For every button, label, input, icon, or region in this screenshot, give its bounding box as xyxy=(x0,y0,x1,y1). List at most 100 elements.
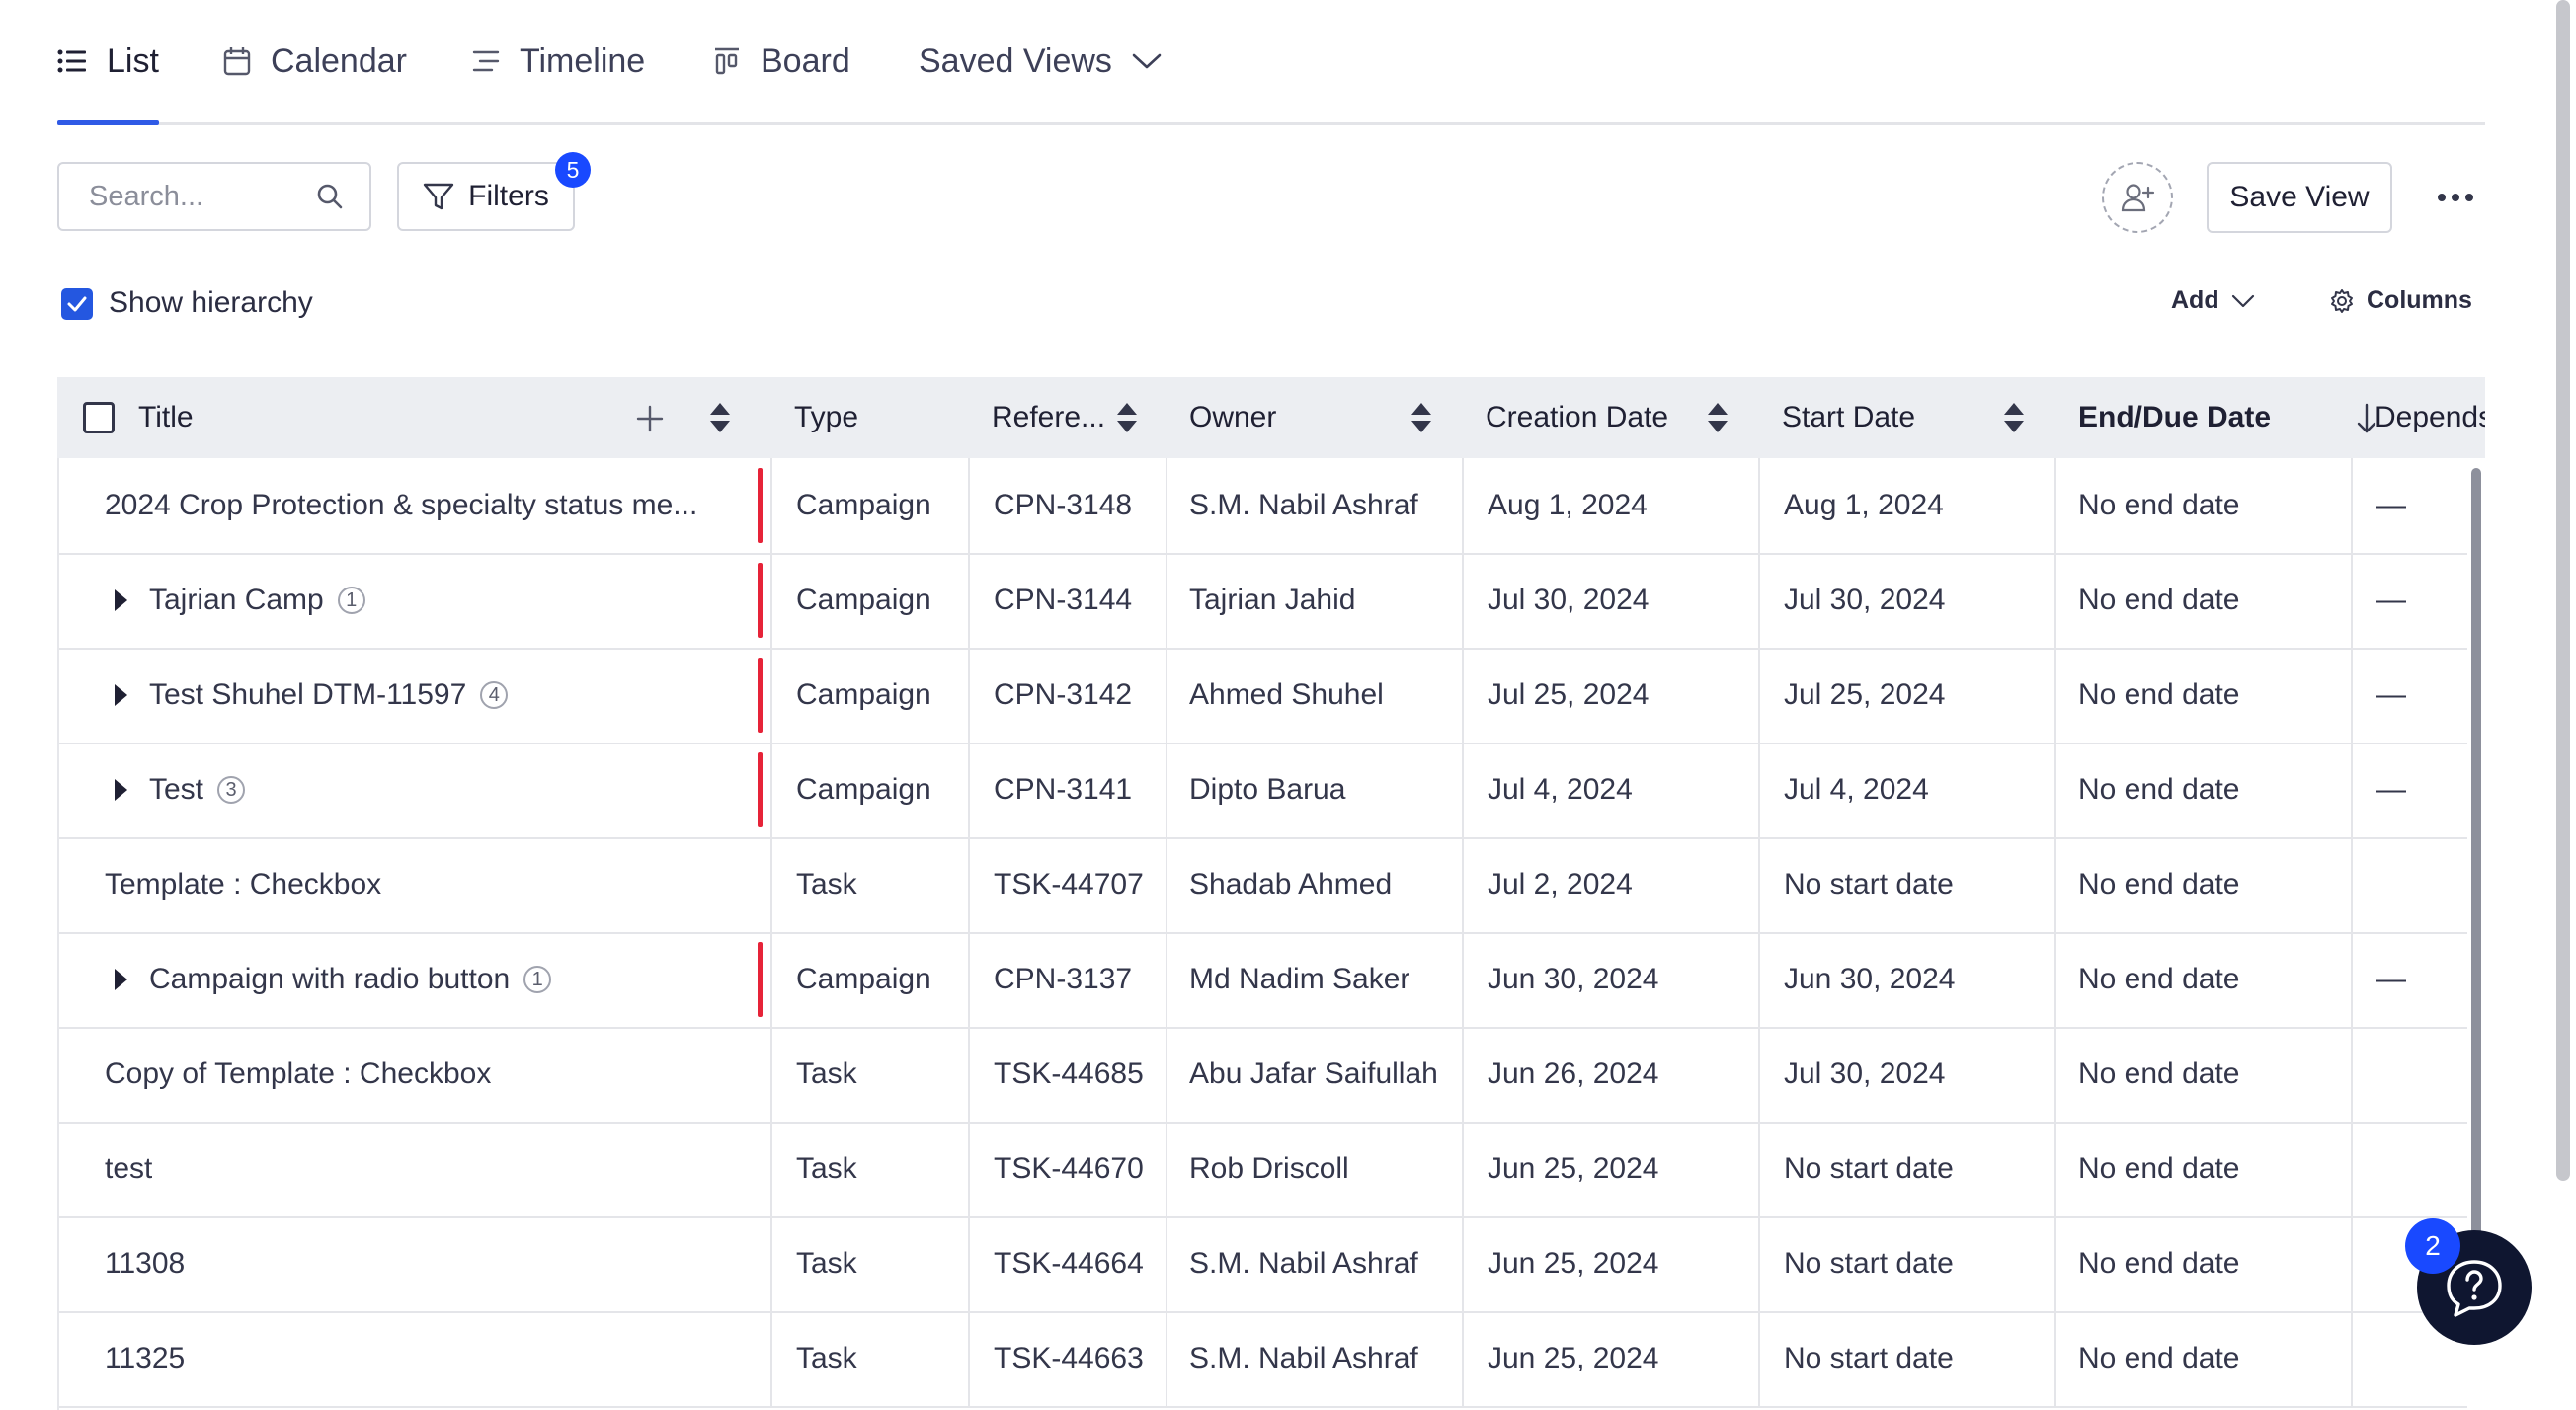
column-divider xyxy=(770,837,772,932)
expand-caret-icon[interactable] xyxy=(115,684,127,706)
table-row[interactable]: Test 3 Campaign CPN-3141 Dipto Barua Jul… xyxy=(59,743,2469,839)
owner-cell: S.M. Nabil Ashraf xyxy=(1189,489,1418,521)
child-count-badge: 3 xyxy=(217,776,246,804)
reference-cell[interactable]: CPN-3144 xyxy=(994,553,1181,648)
table-row[interactable]: 11325 Task TSK-44663 S.M. Nabil Ashraf J… xyxy=(59,1311,2469,1408)
expand-caret-icon[interactable] xyxy=(115,969,127,990)
reference-cell[interactable]: CPN-3137 xyxy=(994,932,1181,1027)
column-divider xyxy=(968,1216,970,1311)
creation-date-cell: Jul 25, 2024 xyxy=(1488,678,1650,711)
save-view-button[interactable]: Save View xyxy=(2207,162,2392,233)
tab-board[interactable]: Board xyxy=(713,0,850,122)
sort-icon[interactable] xyxy=(1410,401,1432,434)
table-row[interactable]: test Task TSK-44670 Rob Driscoll Jun 25,… xyxy=(59,1122,2469,1218)
expand-caret-icon[interactable] xyxy=(115,779,127,801)
title-cell[interactable]: Campaign with radio button 1 xyxy=(59,932,751,1027)
campaign-marker xyxy=(758,942,763,1017)
row-title: Test Shuhel DTM-11597 xyxy=(149,678,467,711)
column-header-owner[interactable]: Owner xyxy=(1189,377,1276,458)
column-divider xyxy=(1462,932,1464,1027)
add-column-icon[interactable] xyxy=(636,405,664,432)
row-title: Template : Checkbox xyxy=(105,868,382,901)
sort-icon[interactable] xyxy=(1707,401,1729,434)
sort-icon[interactable] xyxy=(1116,401,1138,434)
start-date-cell: Jul 30, 2024 xyxy=(1784,584,1946,616)
table-scrollbar-thumb[interactable] xyxy=(2471,468,2481,1238)
reference-cell[interactable]: CPN-3148 xyxy=(994,458,1181,553)
column-divider xyxy=(1166,1311,1167,1406)
more-options-button[interactable] xyxy=(2432,178,2479,217)
depends-cell: — xyxy=(2376,773,2406,806)
reference-cell[interactable]: TSK-44685 xyxy=(994,1027,1181,1122)
title-cell[interactable]: Test 3 xyxy=(59,743,751,837)
reference-cell[interactable]: TSK-44664 xyxy=(994,1216,1181,1311)
title-cell[interactable]: test xyxy=(59,1122,751,1216)
owner-cell: Md Nadim Saker xyxy=(1189,963,1410,995)
reference-cell[interactable]: CPN-3141 xyxy=(994,743,1181,837)
assign-user-button[interactable] xyxy=(2102,162,2173,233)
list-icon xyxy=(57,49,86,73)
tab-calendar[interactable]: Calendar xyxy=(223,0,407,122)
page-scrollbar-thumb[interactable] xyxy=(2556,0,2570,1181)
title-cell[interactable]: 11308 xyxy=(59,1216,751,1311)
title-cell[interactable]: 11325 xyxy=(59,1311,751,1406)
owner-cell: Rob Driscoll xyxy=(1189,1152,1349,1185)
reference-cell[interactable]: TSK-44707 xyxy=(994,837,1181,932)
column-divider xyxy=(1758,458,1760,553)
table-row[interactable]: Copy of Template : Checkbox Task TSK-446… xyxy=(59,1027,2469,1124)
child-count-badge: 4 xyxy=(480,681,509,709)
column-divider xyxy=(968,553,970,648)
reference-cell[interactable]: CPN-3142 xyxy=(994,648,1181,743)
table-row[interactable]: Campaign with radio button 1 Campaign CP… xyxy=(59,932,2469,1029)
reference-cell[interactable]: TSK-44670 xyxy=(994,1122,1181,1216)
reference-cell[interactable]: TSK-44663 xyxy=(994,1311,1181,1406)
tab-saved-views[interactable]: Saved Views xyxy=(919,0,1162,122)
end-date-cell: No end date xyxy=(2078,1058,2240,1090)
columns-button[interactable]: Columns xyxy=(2329,286,2472,315)
search-input[interactable] xyxy=(87,179,316,214)
tab-timeline[interactable]: Timeline xyxy=(472,0,645,122)
select-all-checkbox[interactable] xyxy=(83,402,115,433)
column-divider xyxy=(2054,1122,2056,1216)
column-divider xyxy=(2054,932,2056,1027)
column-header-type[interactable]: Type xyxy=(794,377,858,458)
row-title: Tajrian Camp xyxy=(149,584,324,616)
show-hierarchy-label: Show hierarchy xyxy=(109,286,313,319)
table-row[interactable]: Test Shuhel DTM-11597 4 Campaign CPN-314… xyxy=(59,648,2469,744)
start-date-cell: No start date xyxy=(1784,868,1954,901)
table-header: Title Type Refere... Owner Creation Date… xyxy=(57,377,2485,458)
column-header-title[interactable]: Title xyxy=(138,377,194,458)
column-divider xyxy=(1166,837,1167,932)
title-cell[interactable]: Tajrian Camp 1 xyxy=(59,553,751,648)
more-dot-icon xyxy=(2465,194,2473,201)
title-cell[interactable]: Copy of Template : Checkbox xyxy=(59,1027,751,1122)
title-cell[interactable]: Template : Checkbox xyxy=(59,837,751,932)
tab-label: Saved Views xyxy=(919,41,1112,80)
table-row[interactable]: 11308 Task TSK-44664 S.M. Nabil Ashraf J… xyxy=(59,1216,2469,1313)
show-hierarchy-checkbox[interactable] xyxy=(61,288,93,320)
table-row[interactable]: Tajrian Camp 1 Campaign CPN-3144 Tajrian… xyxy=(59,553,2469,650)
tab-list[interactable]: List xyxy=(57,0,159,125)
column-header-reference[interactable]: Refere... xyxy=(992,377,1120,458)
type-cell: Campaign xyxy=(796,489,931,521)
expand-caret-icon[interactable] xyxy=(115,589,127,611)
title-cell[interactable]: 2024 Crop Protection & specialty status … xyxy=(59,458,751,553)
title-cell[interactable]: Test Shuhel DTM-11597 4 xyxy=(59,648,751,743)
type-cell: Campaign xyxy=(796,584,931,616)
table-row[interactable]: Template : Checkbox Task TSK-44707 Shada… xyxy=(59,837,2469,934)
arrow-down-icon[interactable] xyxy=(2357,403,2376,434)
sort-icon[interactable] xyxy=(2003,401,2025,434)
campaign-marker xyxy=(758,658,763,733)
table-row[interactable]: 2024 Crop Protection & specialty status … xyxy=(59,458,2469,555)
column-header-start-date[interactable]: Start Date xyxy=(1782,377,1915,458)
filters-label: Filters xyxy=(468,180,549,212)
more-dot-icon xyxy=(2438,194,2446,201)
column-header-depends[interactable]: Depends xyxy=(2375,377,2485,458)
column-divider xyxy=(2351,1311,2353,1406)
add-button[interactable]: Add xyxy=(2171,286,2255,315)
column-header-creation-date[interactable]: Creation Date xyxy=(1486,377,1668,458)
sort-icon[interactable] xyxy=(709,401,731,434)
column-header-end-date[interactable]: End/Due Date xyxy=(2078,377,2271,458)
chevron-down-icon xyxy=(1132,53,1162,69)
filters-button[interactable]: Filters xyxy=(397,162,575,231)
